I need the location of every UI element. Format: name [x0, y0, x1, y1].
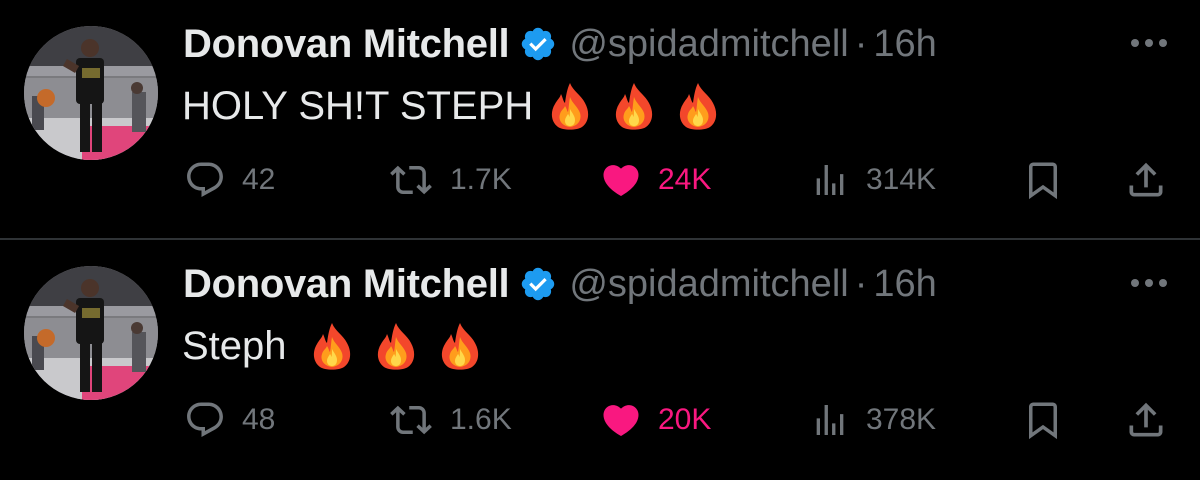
- bookmark-icon: [1022, 398, 1064, 442]
- views-chart-icon: [810, 160, 850, 200]
- author-handle[interactable]: @spidadmitchell: [569, 263, 848, 306]
- header-separator: ·: [854, 262, 868, 305]
- author-avatar[interactable]: [24, 266, 158, 400]
- reply-icon: [184, 399, 226, 441]
- share-upload-icon: [1124, 398, 1168, 442]
- reply-count: 48: [242, 403, 276, 436]
- fire-emoji-icon: [552, 83, 589, 130]
- reply-icon: [184, 159, 226, 201]
- heart-filled-icon: [600, 159, 642, 201]
- like-button[interactable]: 24K: [600, 150, 711, 210]
- tweet-text-content: HOLY SH!T STEPH: [182, 83, 534, 128]
- tweet-text: HOLY SH!T STEPH: [182, 78, 721, 134]
- author-avatar[interactable]: [24, 26, 158, 160]
- tweet-header: Donovan Mitchell @spidadmitchell · 16h: [183, 18, 937, 70]
- tweet-actions: 48 1.6K 20K 378K: [0, 390, 1200, 450]
- like-button[interactable]: 20K: [600, 390, 711, 450]
- fire-emoji-icon: [313, 323, 350, 370]
- bookmark-button[interactable]: [1022, 390, 1064, 450]
- reply-count: 42: [242, 163, 276, 196]
- verified-badge-icon: [519, 265, 557, 303]
- share-upload-icon: [1124, 158, 1168, 202]
- share-button[interactable]: [1124, 390, 1168, 450]
- retweet-button[interactable]: 1.7K: [388, 150, 512, 210]
- author-name[interactable]: Donovan Mitchell: [183, 262, 510, 307]
- fire-emoji-icon: [616, 83, 653, 130]
- fire-emoji-icon: [680, 83, 717, 130]
- bookmark-icon: [1022, 158, 1064, 202]
- like-count: 24K: [658, 163, 712, 196]
- retweet-icon: [388, 399, 434, 441]
- reply-button[interactable]: 48: [184, 390, 275, 450]
- bookmark-button[interactable]: [1022, 150, 1064, 210]
- like-count: 20K: [658, 403, 712, 436]
- tweet-timestamp[interactable]: 16h: [873, 23, 936, 66]
- header-separator: ·: [854, 22, 868, 65]
- verified-badge-icon: [519, 25, 557, 63]
- reply-button[interactable]: 42: [184, 150, 275, 210]
- heart-filled-icon: [600, 399, 642, 441]
- tweet-timestamp[interactable]: 16h: [873, 263, 936, 306]
- fire-emoji-icon: [441, 323, 478, 370]
- views-button[interactable]: 314K: [810, 150, 936, 210]
- author-name[interactable]: Donovan Mitchell: [183, 22, 510, 67]
- author-handle[interactable]: @spidadmitchell: [569, 23, 848, 66]
- share-button[interactable]: [1124, 150, 1168, 210]
- tweet-header: Donovan Mitchell @spidadmitchell · 16h: [183, 258, 937, 310]
- views-button[interactable]: 378K: [810, 390, 936, 450]
- views-count: 378K: [866, 403, 937, 436]
- tweet-card[interactable]: Donovan Mitchell @spidadmitchell · 16h H…: [0, 0, 1200, 240]
- views-count: 314K: [866, 163, 937, 196]
- tweet-text-content: Steph: [182, 323, 287, 368]
- retweet-button[interactable]: 1.6K: [388, 390, 512, 450]
- more-options-icon[interactable]: [1128, 36, 1170, 50]
- retweet-count: 1.6K: [450, 403, 512, 436]
- fire-emoji-icon: [377, 323, 414, 370]
- tweet-text: Steph: [182, 318, 483, 374]
- views-chart-icon: [810, 400, 850, 440]
- retweet-icon: [388, 159, 434, 201]
- tweet-card[interactable]: Donovan Mitchell @spidadmitchell · 16h S…: [0, 240, 1200, 480]
- retweet-count: 1.7K: [450, 163, 512, 196]
- more-options-icon[interactable]: [1128, 276, 1170, 290]
- tweet-actions: 42 1.7K 24K 314K: [0, 150, 1200, 210]
